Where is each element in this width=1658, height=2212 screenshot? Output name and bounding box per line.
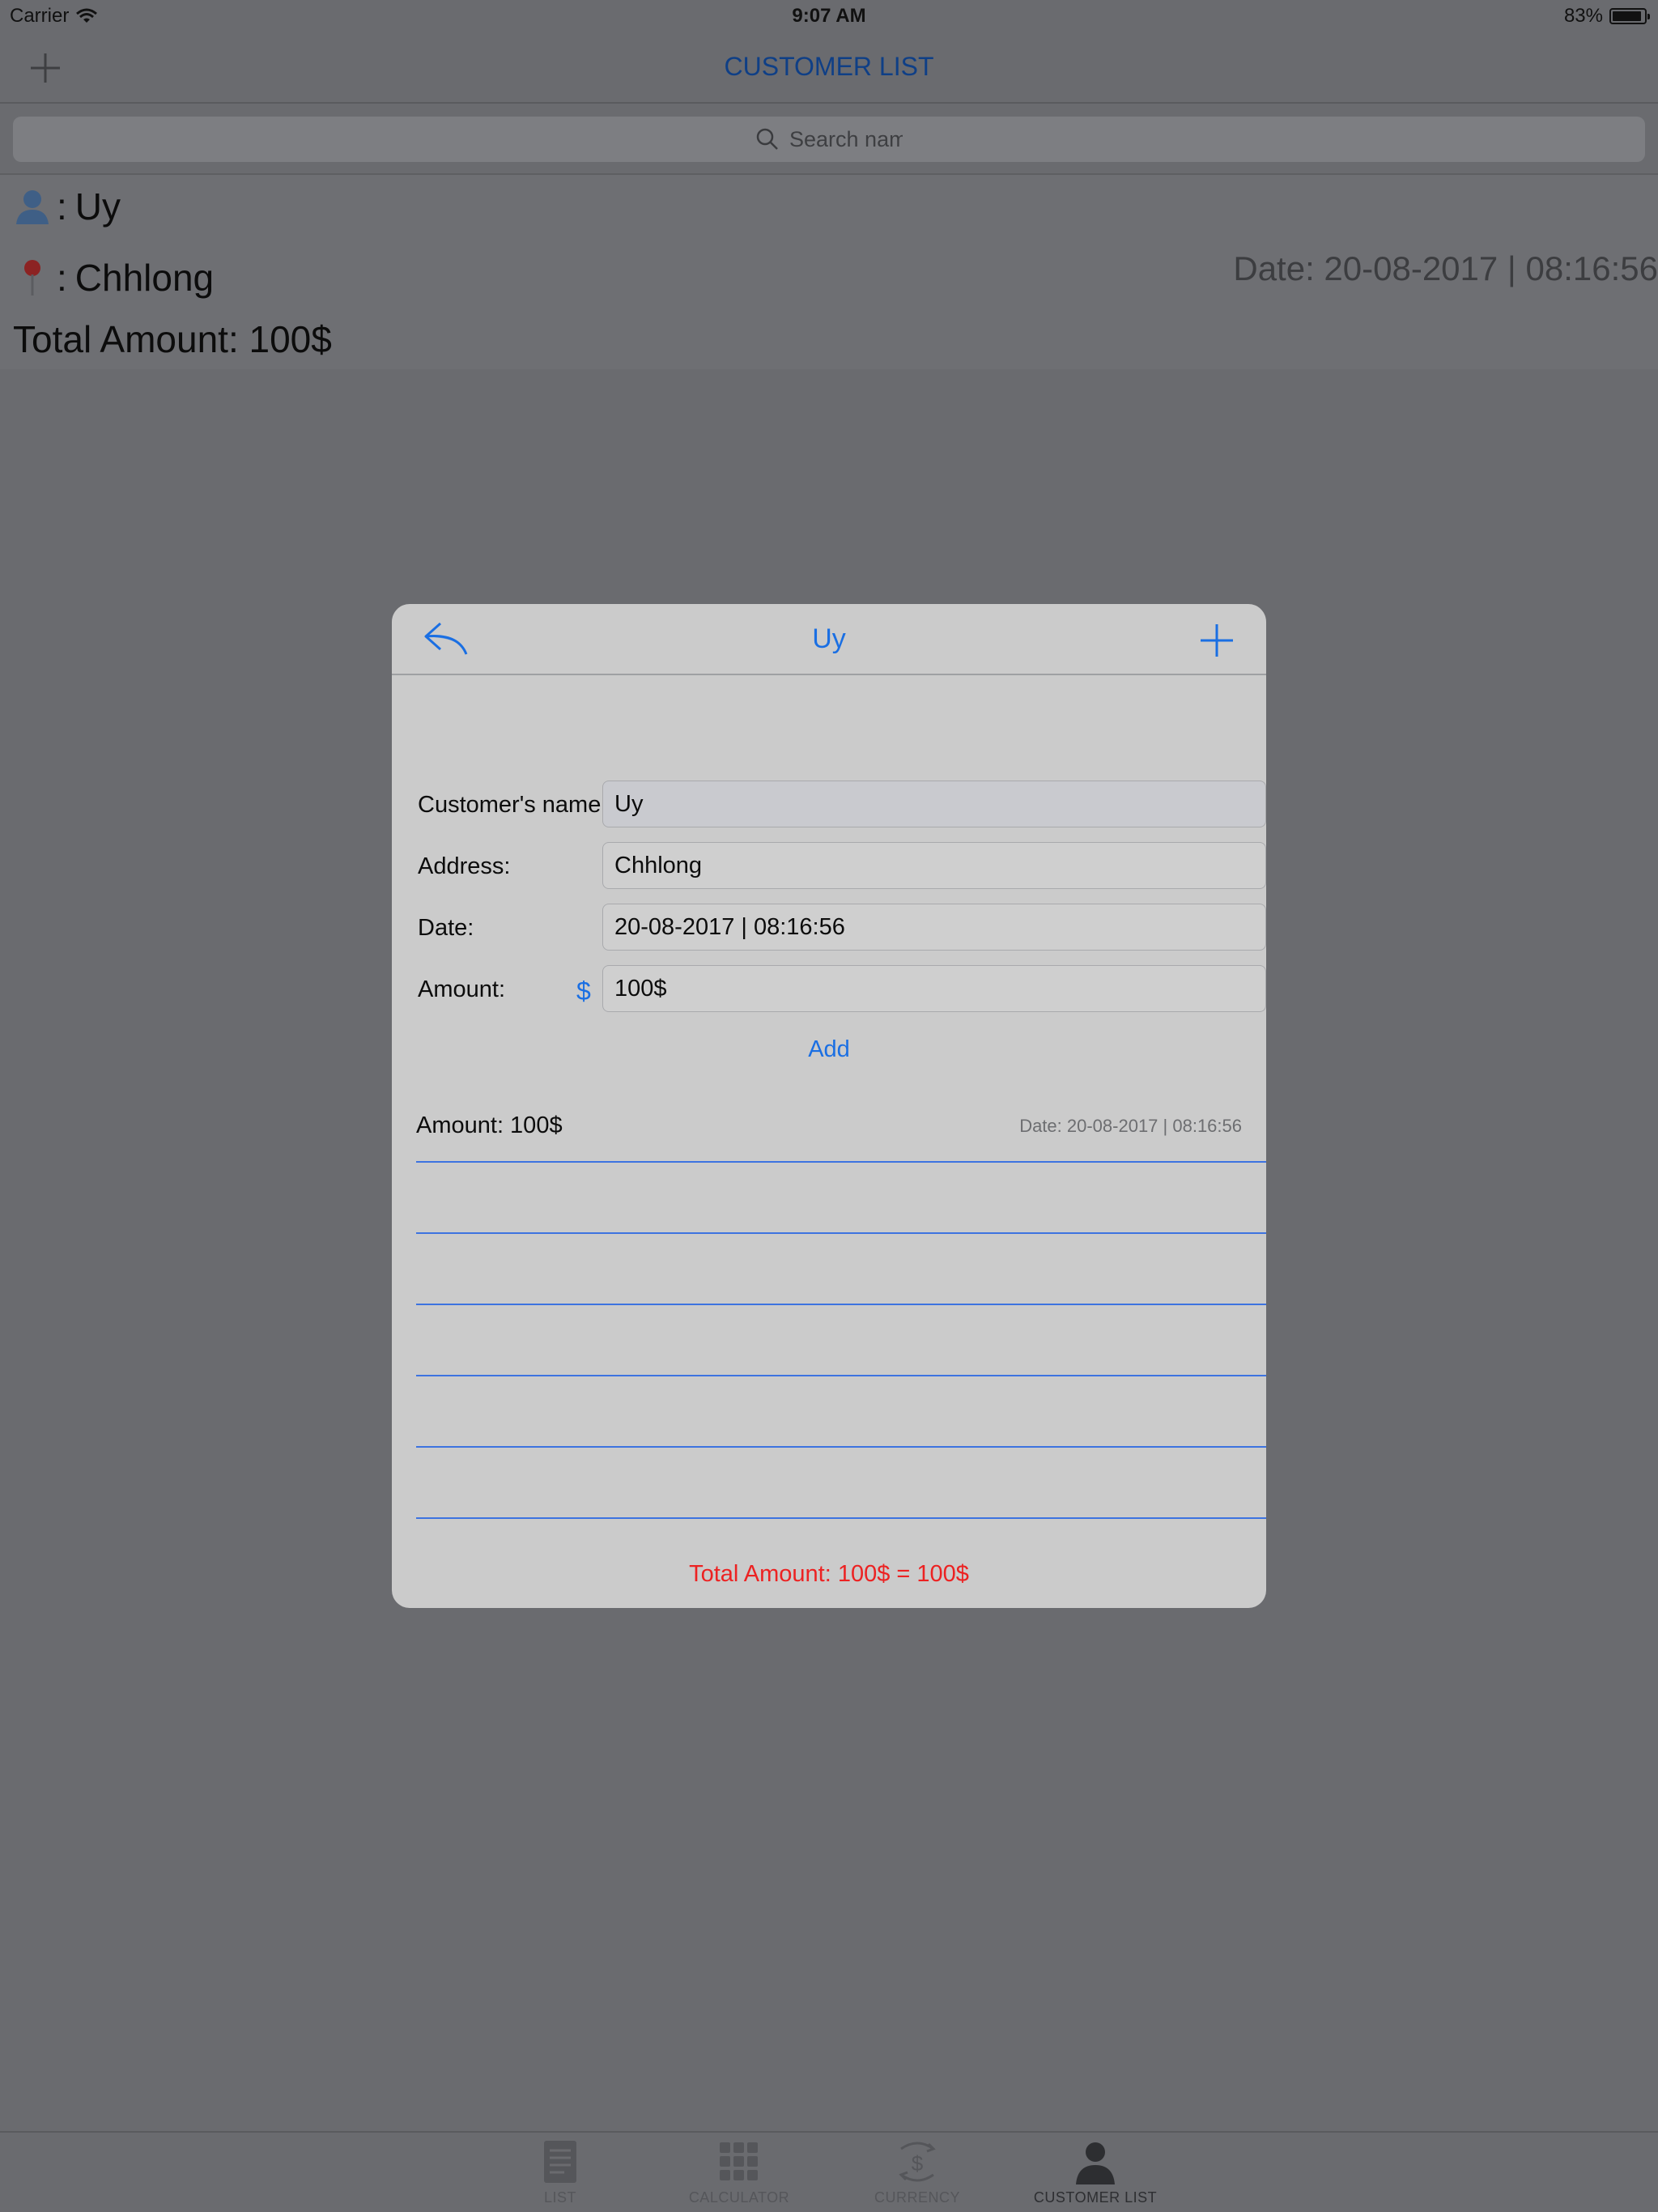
battery-percent: 83%	[1563, 5, 1603, 27]
user-icon	[16, 190, 49, 224]
customer-name-field[interactable]	[602, 781, 1266, 827]
add-button[interactable]: Add	[392, 1036, 1266, 1063]
tab-currency[interactable]: $ CURRENCY	[828, 2138, 1006, 2206]
search-input[interactable]	[789, 126, 903, 152]
calculator-icon	[720, 2142, 758, 2180]
tab-calculator-label: CALCULATOR	[688, 2189, 790, 2206]
svg-text:$: $	[912, 2151, 924, 2176]
battery-status: 83%	[1563, 5, 1650, 28]
customer-date: Date: 20-08-2017 | 08:16:56	[1233, 249, 1658, 287]
customer-address-line: : Chhlong	[11, 256, 214, 300]
entry-amount: Amount: 100$	[416, 1112, 563, 1138]
date-label: Date:	[418, 915, 474, 941]
entry-date: Date: 20-08-2017 | 08:16:56	[1019, 1116, 1242, 1136]
customer-address-prefix: :	[57, 257, 67, 299]
navigation-bar: CUSTOMER LIST	[0, 32, 1658, 104]
modal-header: Uy	[392, 604, 1266, 675]
modal-title: Uy	[812, 623, 846, 654]
tab-customer-list-label: CUSTOMER LIST	[1033, 2189, 1158, 2206]
customer-list-item[interactable]: : Uy : Chhlong Date: 20-08-2017 | 08:16:…	[0, 175, 1658, 369]
battery-icon	[1609, 8, 1650, 24]
customer-address: Chhlong	[74, 257, 215, 299]
add-icon[interactable]	[1198, 622, 1235, 659]
tab-customer-list[interactable]: CUSTOMER LIST	[1006, 2138, 1184, 2206]
customer-detail-modal: Uy Customer's name: Address: Date: Amoun…	[392, 604, 1266, 1608]
date-field[interactable]	[602, 904, 1266, 951]
tab-calculator[interactable]: CALCULATOR	[650, 2138, 828, 2206]
list-icon	[544, 2141, 576, 2183]
customer-name-line: : Uy	[11, 185, 121, 228]
search-icon	[756, 128, 778, 150]
address-field[interactable]	[602, 842, 1266, 889]
entry-divider	[416, 1304, 1266, 1305]
tab-currency-label: CURRENCY	[874, 2189, 960, 2206]
entry-divider	[416, 1375, 1266, 1376]
amount-label: Amount:	[418, 976, 505, 1002]
tab-list-label: LIST	[543, 2189, 576, 2206]
status-bar: Carrier 9:07 AM 83%	[0, 0, 1658, 32]
search-box[interactable]	[13, 117, 1645, 162]
search-bar	[0, 104, 1658, 175]
entry-divider	[416, 1446, 1266, 1448]
entry-divider	[416, 1161, 1266, 1163]
tab-list[interactable]: LIST	[471, 2138, 649, 2206]
customer-name-label: Customer's name:	[418, 792, 608, 818]
address-label: Address:	[418, 853, 511, 879]
clock: 9:07 AM	[792, 5, 866, 27]
amount-field[interactable]	[602, 965, 1266, 1012]
currency-sign[interactable]: $	[576, 976, 591, 1006]
entry-divider	[416, 1517, 1266, 1519]
map-pin-icon	[24, 260, 40, 296]
modal-total-amount: Total Amount: 100$ = 100$	[689, 1561, 969, 1587]
customer-name-prefix: :	[57, 185, 67, 228]
currency-icon: $	[899, 2142, 936, 2182]
entry-divider	[416, 1232, 1266, 1234]
customer-name: Uy	[74, 185, 121, 228]
tab-bar: LIST CALCULATOR $ CURRENCY CUSTOMER LIST	[0, 2131, 1658, 2212]
customer-icon	[1076, 2142, 1115, 2184]
page-title: CUSTOMER LIST	[724, 52, 934, 81]
customer-total-amount: Total Amount: 100$	[13, 318, 332, 360]
